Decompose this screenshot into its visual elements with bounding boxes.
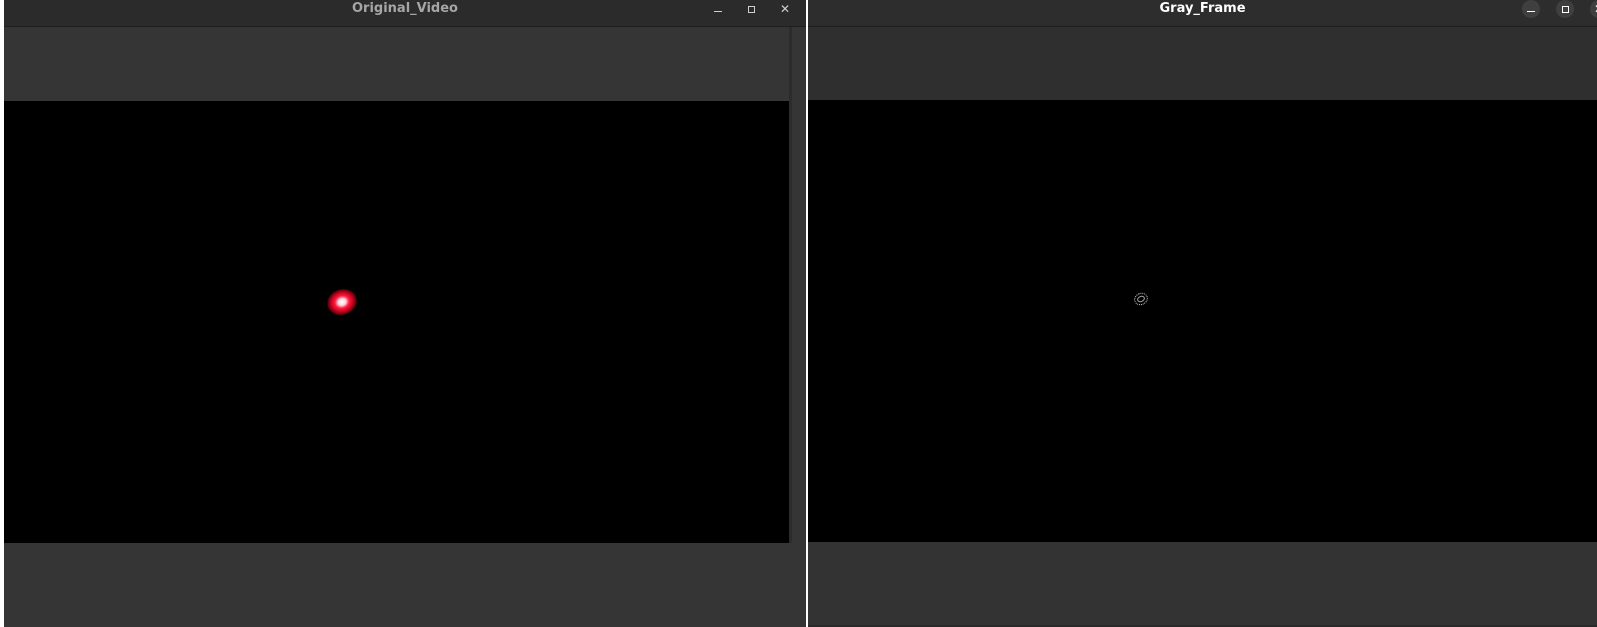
close-button[interactable]: ✕ xyxy=(775,0,795,18)
titlebar[interactable]: Original_Video ✕ xyxy=(4,0,806,27)
titlebar[interactable]: Gray_Frame ✕ xyxy=(808,0,1597,27)
toolbar-area xyxy=(808,27,1597,100)
maximize-icon xyxy=(747,5,755,13)
status-area xyxy=(4,543,806,627)
window-side-border xyxy=(789,27,806,627)
gray-frame-window: Gray_Frame ✕ xyxy=(808,0,1597,627)
minimize-icon xyxy=(714,10,722,12)
minimize-button[interactable] xyxy=(1522,0,1540,18)
toolbar-area xyxy=(4,27,806,101)
maximize-button[interactable] xyxy=(741,0,761,18)
close-icon: ✕ xyxy=(779,2,791,16)
status-area xyxy=(808,542,1597,627)
minimize-icon xyxy=(1527,10,1535,12)
video-frame xyxy=(808,100,1597,542)
window-title: Original_Video xyxy=(351,1,458,16)
maximize-icon xyxy=(1561,5,1569,13)
maximize-button[interactable] xyxy=(1556,0,1574,18)
window-title: Gray_Frame xyxy=(1159,1,1246,16)
minimize-button[interactable] xyxy=(708,0,728,18)
video-frame xyxy=(4,101,789,543)
original-video-window: Original_Video ✕ xyxy=(4,0,806,627)
desktop-edge-mark xyxy=(0,214,3,222)
red-laser-spot xyxy=(323,284,361,320)
